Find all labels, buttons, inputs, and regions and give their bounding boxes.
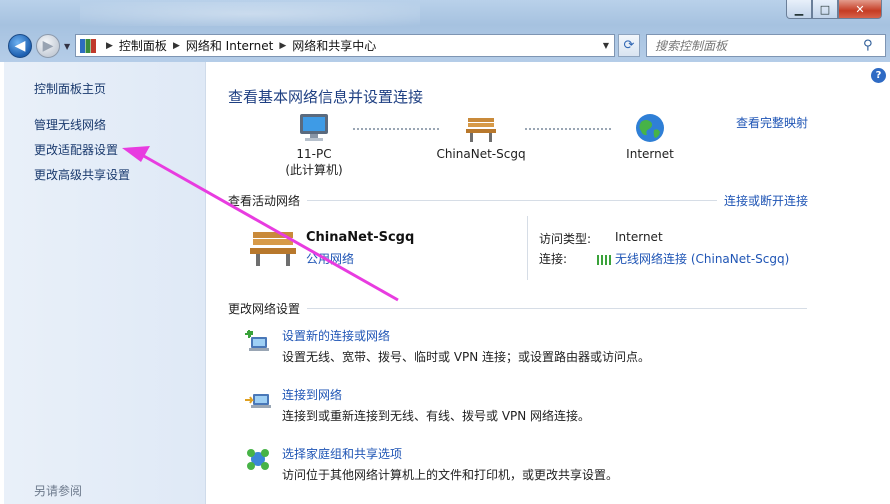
see-also-heading: 另请参阅 [34,484,83,498]
connection-link-text[interactable]: 无线网络连接 (ChinaNet-Scgq) [615,252,789,266]
sidebar: 控制面板主页 管理无线网络 更改适配器设置 更改高级共享设置 另请参阅 [4,62,206,504]
bench-network-icon [250,232,296,266]
map-node-computer: 11-PC (此计算机) [279,112,349,178]
new-connection-icon [245,330,269,351]
network-type-link[interactable]: 公用网络 [306,250,354,267]
section-divider [307,200,717,201]
control-panel-icon [80,38,96,53]
computer-icon [300,114,328,141]
connection-label: 连接: [539,252,568,266]
recent-pages-dropdown-icon[interactable]: ▼ [64,42,70,51]
active-network-name: ChinaNet-Scgq [306,230,415,245]
forward-button[interactable]: ▶ [36,34,60,58]
sidebar-item-advanced-sharing[interactable]: 更改高级共享设置 [34,166,130,183]
map-connector-line [353,128,439,130]
map-node-internet: Internet [615,112,685,161]
access-type-value: Internet [615,230,663,244]
map-node-network: ChinaNet-Scgq [431,112,531,161]
search-box[interactable]: ⚲ [646,34,886,57]
task-title-link[interactable]: 连接到网络 [282,386,342,403]
help-icon[interactable]: ? [871,68,886,83]
minimize-button[interactable]: ▁ [786,0,812,19]
breadcrumb-network-internet[interactable]: 网络和 Internet [186,37,273,54]
active-networks-heading: 查看活动网络 [228,194,301,208]
network-node-name: ChinaNet-Scgq [436,147,526,161]
breadcrumb-chevron-icon[interactable]: ▶ [279,41,286,51]
full-map-link[interactable]: 查看完整映射 [736,114,808,131]
connection-link[interactable]: 无线网络连接 (ChinaNet-Scgq) [597,250,789,267]
sidebar-item-change-adapter[interactable]: 更改适配器设置 [34,141,118,158]
connect-disconnect-link[interactable]: 连接或断开连接 [724,192,808,209]
sidebar-item-control-panel-home[interactable]: 控制面板主页 [34,80,106,97]
task-description: 访问位于其他网络计算机上的文件和打印机，或更改共享设置。 [282,468,619,482]
wifi-signal-icon [597,254,611,265]
breadcrumb-chevron-icon[interactable]: ▶ [173,41,180,51]
globe-icon [636,114,664,142]
computer-sublabel: (此计算机) [285,163,343,177]
window-controls: ▁ □ ✕ [786,0,882,19]
maximize-button[interactable]: □ [812,0,838,19]
connect-network-icon [245,394,271,408]
task-title-link[interactable]: 选择家庭组和共享选项 [282,445,402,462]
task-description: 设置无线、宽带、拨号、临时或 VPN 连接；或设置路由器或访问点。 [282,350,651,364]
address-dropdown-icon[interactable]: ▼ [598,41,614,50]
section-divider [307,308,807,309]
task-title-link[interactable]: 设置新的连接或网络 [282,327,390,344]
bench-network-icon [466,118,496,142]
page-title: 查看基本网络信息并设置连接 [228,88,424,106]
title-bar-blur [80,2,420,26]
back-button[interactable]: ◀ [8,34,32,58]
search-input[interactable] [647,38,863,53]
map-connector-line [525,128,611,130]
refresh-button[interactable]: ⟳ [618,34,640,57]
address-bar[interactable]: ▶ 控制面板 ▶ 网络和 Internet ▶ 网络和共享中心 ▼ [75,34,615,57]
internet-label: Internet [626,147,674,161]
change-settings-heading: 更改网络设置 [228,302,301,316]
close-button[interactable]: ✕ [838,0,882,19]
vertical-divider [527,216,528,280]
computer-name: 11-PC [296,147,332,161]
breadcrumb-control-panel[interactable]: 控制面板 [119,37,167,54]
access-type-label: 访问类型: [539,232,592,246]
breadcrumb-network-sharing-center[interactable]: 网络和共享中心 [292,37,376,54]
breadcrumb-chevron-icon[interactable]: ▶ [106,41,113,51]
search-icon[interactable]: ⚲ [863,38,879,53]
sidebar-item-manage-wireless[interactable]: 管理无线网络 [34,116,106,133]
main-content: ? 查看基本网络信息并设置连接 查看完整映射 11-PC (此计算机) Chin… [207,62,890,504]
homegroup-icon [247,449,269,470]
task-description: 连接到或重新连接到无线、有线、拨号或 VPN 网络连接。 [282,409,591,423]
